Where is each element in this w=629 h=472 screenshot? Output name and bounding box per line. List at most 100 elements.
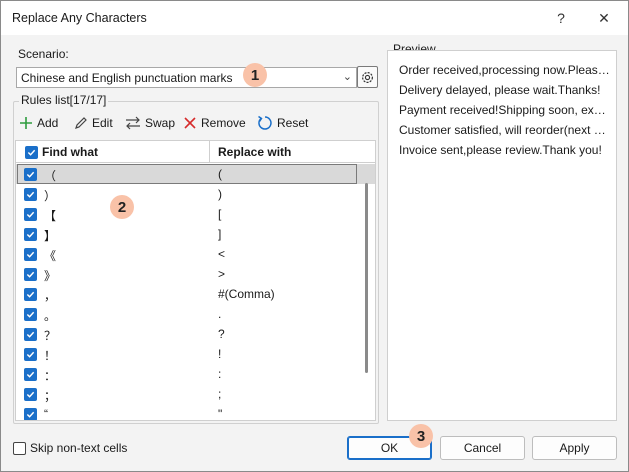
preview-line: Payment received!Shipping soon, expect s… xyxy=(399,103,612,117)
find-cell: ！ xyxy=(44,349,57,363)
row-checkbox[interactable] xyxy=(24,348,37,361)
preview-line: Order received,processing now.Please wai… xyxy=(399,63,612,77)
check-icon xyxy=(26,331,35,338)
title-bar: Replace Any Characters ? ✕ xyxy=(1,1,628,35)
edit-rule-button[interactable]: Edit xyxy=(74,114,113,132)
replace-cell: ) xyxy=(218,187,222,201)
table-row[interactable]: 【 [ xyxy=(16,204,375,224)
replace-cell: ] xyxy=(218,227,222,241)
replace-cell: #(Comma) xyxy=(218,287,275,301)
replace-cell: ? xyxy=(218,327,225,341)
row-checkbox[interactable] xyxy=(24,288,37,301)
check-icon xyxy=(26,371,35,378)
preview-line: Delivery delayed, please wait.Thanks! xyxy=(399,83,601,97)
swap-rule-button[interactable]: Swap xyxy=(125,114,175,132)
select-all-checkbox[interactable] xyxy=(25,146,38,159)
skip-non-text-checkbox[interactable] xyxy=(13,442,26,455)
rules-grid: Find what Replace with （ ( ） ) 【 [ 】 ] 《 xyxy=(15,140,376,421)
check-icon xyxy=(26,411,35,418)
row-checkbox[interactable] xyxy=(24,268,37,281)
scenario-selected-value: Chinese and English punctuation marks xyxy=(21,71,233,85)
reset-arrow-icon xyxy=(258,115,272,130)
swap-label: Swap xyxy=(145,116,176,130)
check-icon xyxy=(26,271,35,278)
find-cell: 《 xyxy=(44,249,57,263)
remove-label: Remove xyxy=(201,116,246,130)
replace-cell: > xyxy=(218,267,226,281)
preview-line: Customer satisfied, will reorder(next mo… xyxy=(399,123,612,137)
table-row[interactable]: 《 < xyxy=(16,244,375,264)
skip-non-text-label[interactable]: Skip non-text cells xyxy=(30,441,127,455)
check-icon xyxy=(27,149,36,156)
table-row[interactable]: ； ; xyxy=(16,384,375,404)
add-label: Add xyxy=(37,116,59,130)
replace-cell: ; xyxy=(218,387,222,401)
row-checkbox[interactable] xyxy=(24,248,37,261)
grid-header: Find what Replace with xyxy=(16,141,375,163)
replace-characters-dialog: Replace Any Characters ? ✕ Scenario: Chi… xyxy=(0,0,629,472)
table-row[interactable]: ） ) xyxy=(16,184,375,204)
table-row[interactable]: （ ( xyxy=(16,164,375,184)
preview-line: Invoice sent,please review.Thank you! xyxy=(399,143,602,157)
table-row[interactable]: 】 ] xyxy=(16,224,375,244)
table-row[interactable]: 。 . xyxy=(16,304,375,324)
chevron-down-icon: ⌄ xyxy=(342,71,352,83)
cancel-button[interactable]: Cancel xyxy=(440,436,525,460)
table-row[interactable]: ， #(Comma) xyxy=(16,284,375,304)
close-button[interactable]: ✕ xyxy=(589,5,619,31)
find-cell: ； xyxy=(44,389,57,403)
rules-list-label: Rules list[17/17] xyxy=(19,93,109,107)
step-badge-1: 1 xyxy=(243,63,267,87)
replace-with-header[interactable]: Replace with xyxy=(218,145,291,159)
check-icon xyxy=(26,251,35,258)
row-checkbox[interactable] xyxy=(24,388,37,401)
row-checkbox[interactable] xyxy=(24,208,37,221)
swap-arrows-icon xyxy=(126,116,140,130)
check-icon xyxy=(26,391,35,398)
find-what-header[interactable]: Find what xyxy=(42,145,98,159)
row-checkbox[interactable] xyxy=(24,408,37,420)
column-divider[interactable] xyxy=(209,141,210,163)
table-row[interactable]: ： : xyxy=(16,364,375,384)
row-checkbox[interactable] xyxy=(24,168,37,181)
help-button[interactable]: ? xyxy=(546,5,576,31)
plus-icon xyxy=(20,117,32,129)
step-badge-3: 3 xyxy=(409,424,433,448)
find-cell: ： xyxy=(44,369,57,383)
row-focus-outline xyxy=(17,164,357,184)
replace-cell: < xyxy=(218,247,226,261)
replace-cell: : xyxy=(218,367,222,381)
table-row[interactable]: ？ ? xyxy=(16,324,375,344)
check-icon xyxy=(26,231,35,238)
remove-rule-button[interactable]: Remove xyxy=(183,114,246,132)
table-row[interactable]: 》 > xyxy=(16,264,375,284)
find-cell: “ xyxy=(44,407,48,421)
row-checkbox[interactable] xyxy=(24,368,37,381)
row-checkbox[interactable] xyxy=(24,308,37,321)
table-row[interactable]: “ " xyxy=(16,404,375,421)
apply-button[interactable]: Apply xyxy=(532,436,617,460)
row-checkbox[interactable] xyxy=(24,328,37,341)
find-cell: （ xyxy=(44,169,57,183)
table-row[interactable]: ！ ! xyxy=(16,344,375,364)
find-cell: 。 xyxy=(44,309,57,323)
find-cell: ） xyxy=(44,189,57,203)
row-checkbox[interactable] xyxy=(24,188,37,201)
check-icon xyxy=(26,171,35,178)
replace-cell: . xyxy=(218,307,222,321)
grid-scrollbar-thumb[interactable] xyxy=(365,183,368,373)
scenario-dropdown[interactable]: Chinese and English punctuation marks ⌄ xyxy=(16,67,357,88)
reset-rules-button[interactable]: Reset xyxy=(257,114,308,132)
scenario-settings-button[interactable] xyxy=(357,66,378,88)
preview-panel: Order received,processing now.Please wai… xyxy=(387,50,617,421)
row-checkbox[interactable] xyxy=(24,228,37,241)
replace-cell: [ xyxy=(218,207,222,221)
add-rule-button[interactable]: Add xyxy=(19,114,58,132)
red-x-icon xyxy=(184,117,196,129)
find-cell: 】 xyxy=(44,229,57,243)
find-cell: 【 xyxy=(44,209,57,223)
check-icon xyxy=(26,211,35,218)
find-cell: ？ xyxy=(44,329,57,343)
gear-icon xyxy=(362,71,373,83)
scenario-label: Scenario: xyxy=(18,47,69,61)
